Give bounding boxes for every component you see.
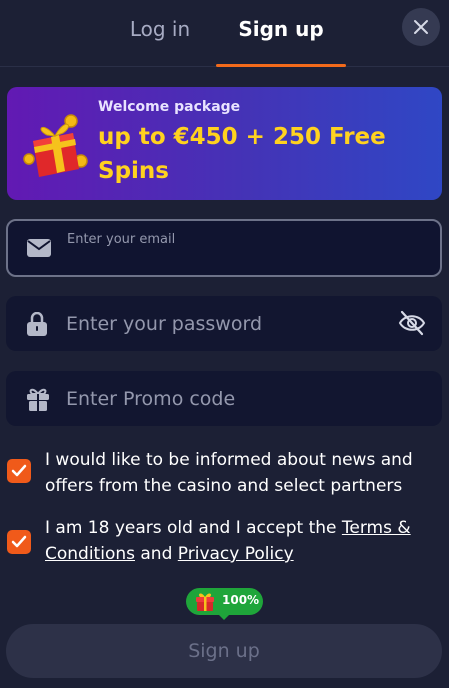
password-input[interactable] — [66, 310, 386, 338]
terms-prefix-text: I am 18 years old and I accept the — [45, 518, 342, 538]
gift-icon — [27, 388, 49, 411]
progress-badge: 100% — [186, 588, 263, 620]
checkmark-icon — [11, 535, 27, 548]
privacy-policy-link[interactable]: Privacy Policy — [178, 544, 294, 564]
terms-and-text: and — [134, 544, 178, 564]
envelope-icon — [27, 239, 51, 257]
close-button[interactable] — [402, 8, 440, 46]
terms-consent-checkbox[interactable] — [7, 530, 31, 554]
email-field — [6, 219, 442, 277]
progress-value: 100% — [222, 593, 260, 607]
gift-box-icon — [23, 114, 88, 177]
password-field — [6, 296, 442, 351]
welcome-banner: Welcome package up to €450 + 250 Free Sp… — [7, 87, 442, 200]
promo-code-field — [6, 371, 442, 426]
terms-consent-label: I am 18 years old and I accept the Terms… — [45, 515, 440, 567]
tab-login[interactable]: Log in — [114, 14, 206, 44]
checkmark-icon — [11, 464, 27, 477]
close-icon — [414, 20, 428, 34]
gift-icon — [196, 593, 214, 611]
active-tab-indicator — [216, 64, 346, 67]
banner-title: up to €450 + 250 Free Spins — [98, 124, 386, 184]
badge-pointer — [218, 614, 230, 620]
news-consent-label: I would like to be informed about news a… — [45, 450, 413, 496]
signup-submit-button[interactable]: Sign up — [6, 624, 442, 678]
promo-code-input[interactable] — [66, 385, 386, 413]
news-consent-checkbox[interactable] — [7, 459, 31, 483]
auth-tabs: Log in Sign up — [0, 0, 449, 67]
eye-off-icon[interactable] — [398, 310, 426, 336]
tab-signup[interactable]: Sign up — [226, 14, 336, 44]
lock-icon — [27, 312, 47, 336]
banner-subtitle: Welcome package — [98, 99, 241, 115]
email-input[interactable] — [67, 229, 427, 249]
